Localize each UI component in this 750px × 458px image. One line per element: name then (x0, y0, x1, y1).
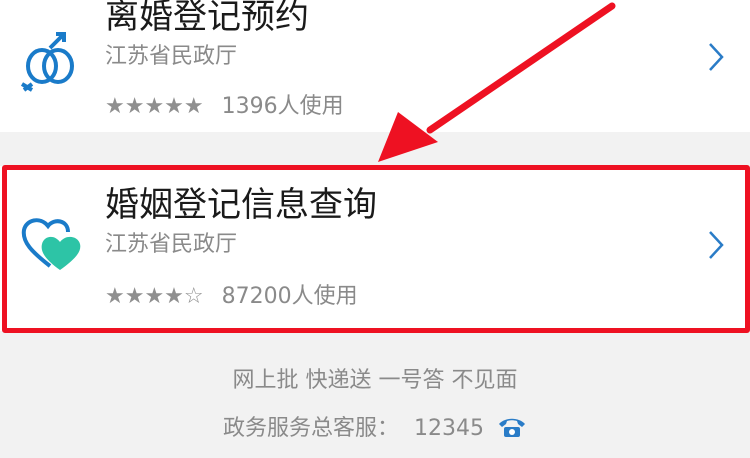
phone-icon (499, 418, 525, 437)
hotline-number: 12345 (414, 416, 484, 441)
footer-slogan: 网上批 快递送 一号答 不见面 (232, 368, 518, 393)
hotline-label: 政务服务总客服： (222, 416, 399, 441)
footer-hotline[interactable]: 政务服务总客服： 12345 (0, 410, 750, 442)
